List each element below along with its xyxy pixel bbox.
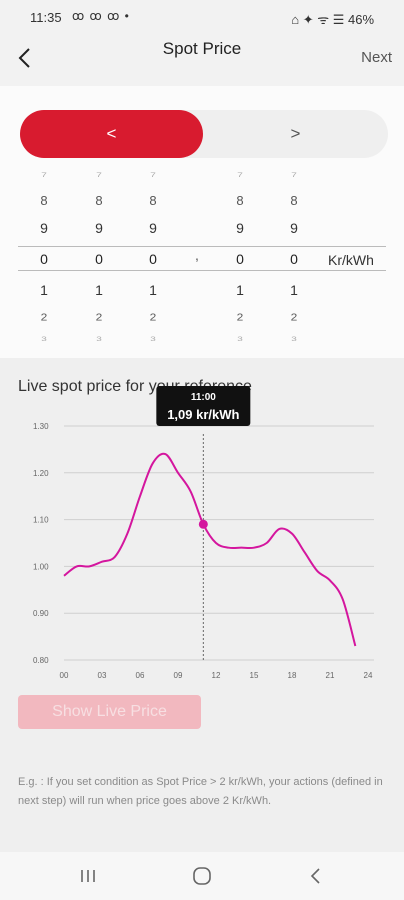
wheel-digit: 2 — [95, 311, 103, 323]
y-tick-label: 1.20 — [33, 469, 49, 478]
selected-digit: 0 — [40, 251, 48, 267]
wheel-digit: 8 — [236, 193, 244, 208]
wheel-digit: 8 — [95, 193, 103, 208]
y-tick-label: 1.10 — [33, 516, 49, 525]
x-tick-label: 18 — [288, 671, 297, 680]
wheel-digit: 2 — [149, 311, 157, 323]
x-tick-label: 03 — [98, 671, 107, 680]
recent-apps-icon[interactable] — [68, 862, 108, 890]
wheel-digit: 1 — [290, 282, 298, 298]
system-nav-bar — [0, 852, 404, 900]
wheel-digit: 7 — [291, 172, 297, 179]
picker-selection-bottom-line — [18, 270, 386, 271]
x-tick-label: 09 — [174, 671, 183, 680]
x-tick-label: 06 — [136, 671, 145, 680]
system-status-icons: ⌂ ✦ ᯤ ☰ 46% — [291, 12, 374, 27]
spot-price-chart: 0.80 0.90 1.00 1.10 1.20 1.30 00 03 06 09 12 15 18 21… — [33, 386, 374, 680]
wheel-digit: 9 — [236, 220, 244, 236]
wheel-digit: 7 — [237, 172, 243, 179]
x-tick-label: 21 — [326, 671, 335, 680]
status-time: 11:35 — [30, 10, 62, 25]
wheel-digit: 9 — [290, 220, 298, 236]
app-header: Spot Price Next — [0, 34, 404, 86]
x-tick-label: 00 — [60, 671, 69, 680]
show-live-price-button[interactable]: Show Live Price — [18, 695, 201, 729]
tooltip-point — [198, 519, 208, 529]
page-title: Spot Price — [162, 39, 242, 58]
tooltip-time: 11:00 — [191, 392, 216, 403]
wheel-digit: 7 — [41, 172, 47, 179]
wheel-digit: 9 — [149, 220, 157, 236]
wheel-digit: 2 — [236, 311, 244, 323]
picker-selection-top-line — [18, 246, 386, 247]
next-button[interactable]: Next — [361, 49, 392, 66]
price-unit: Kr/kWh — [328, 252, 374, 268]
x-tick-label: 12 — [212, 671, 221, 680]
x-tick-label: 15 — [250, 671, 259, 680]
wheel-digit: 9 — [40, 220, 48, 236]
y-tick-label: 0.80 — [33, 656, 49, 665]
y-tick-label: 1.00 — [33, 562, 49, 571]
wheel-digit: 3 — [41, 336, 47, 343]
selected-digit: 0 — [236, 251, 244, 267]
back-nav-icon[interactable] — [296, 862, 336, 890]
notification-icons: ꝏ ꝏ ꝏ • — [72, 9, 130, 23]
greater-than-option[interactable]: > — [203, 110, 388, 158]
home-icon[interactable] — [182, 862, 222, 890]
live-price-section: Live spot price for your reference 0.80 0… — [0, 358, 404, 852]
y-tick-label: 1.30 — [33, 422, 49, 431]
x-tick-label: 24 — [364, 671, 373, 680]
wheel-digit: 8 — [40, 193, 48, 208]
condition-explanation: E.g. : If you set condition as Spot Pric… — [18, 776, 383, 807]
wheel-digit: 7 — [150, 172, 156, 179]
status-bar: 11:35 ꝏ ꝏ ꝏ • ⌂ ✦ ᯤ ☰ 46% — [0, 0, 404, 34]
wheel-digit: 2 — [40, 311, 48, 323]
wheel-digit: 2 — [290, 311, 298, 323]
wheel-digit: 3 — [96, 336, 102, 343]
selected-digit: 0 — [149, 251, 157, 267]
wheel-digit: 9 — [95, 220, 103, 236]
condition-picker: < > — [0, 86, 404, 358]
y-tick-label: 0.90 — [33, 609, 49, 618]
decimal-separator: , — [195, 247, 199, 263]
selected-digit: 0 — [95, 251, 103, 267]
selected-digit: 0 — [290, 251, 298, 267]
wheel-digit: 1 — [236, 282, 244, 298]
comparison-toggle: < > — [20, 110, 388, 158]
wheel-digit: 8 — [149, 193, 157, 208]
wheel-digit: 1 — [149, 282, 157, 298]
wheel-digit: 7 — [96, 172, 102, 179]
wheel-digit: 1 — [95, 282, 103, 298]
tooltip-value: 1,09 kr/kWh — [167, 407, 239, 422]
price-series-line — [63, 452, 357, 647]
less-than-option[interactable]: < — [20, 110, 203, 158]
wheel-digit: 3 — [150, 336, 156, 343]
wheel-digit: 3 — [291, 336, 297, 343]
wheel-digit: 8 — [290, 193, 298, 208]
wheel-digit: 1 — [40, 282, 48, 298]
wheel-digit: 3 — [237, 336, 243, 343]
